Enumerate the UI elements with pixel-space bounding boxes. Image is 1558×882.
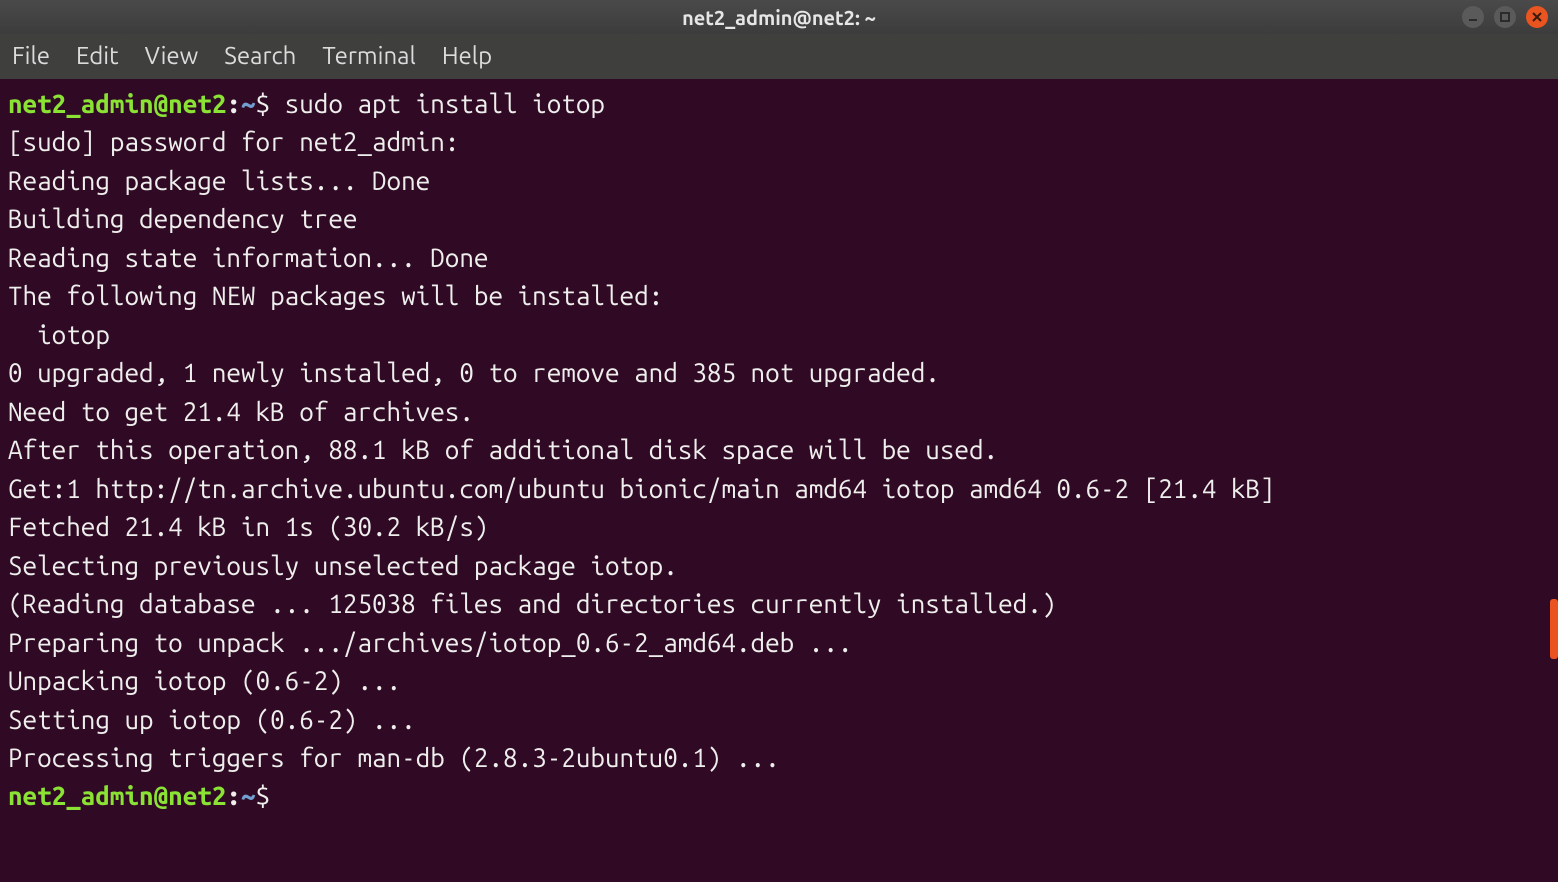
- prompt-sep: :: [226, 781, 241, 810]
- menu-view[interactable]: View: [145, 40, 213, 71]
- output-line: Selecting previously unselected package …: [8, 551, 678, 580]
- window-title: net2_admin@net2: ~: [0, 6, 1558, 29]
- prompt-userhost: net2_admin@net2: [8, 781, 226, 810]
- menu-file[interactable]: File: [12, 40, 64, 71]
- terminal-viewport[interactable]: net2_admin@net2:~$ sudo apt install ioto…: [0, 79, 1558, 882]
- prompt-symbol: $: [256, 89, 271, 118]
- output-line: Fetched 21.4 kB in 1s (30.2 kB/s): [8, 512, 488, 541]
- terminal-window: net2_admin@net2: ~ File Edit View Search…: [0, 0, 1558, 882]
- prompt-path: ~: [241, 781, 256, 810]
- output-line: Reading package lists... Done: [8, 166, 430, 195]
- output-line: Need to get 21.4 kB of archives.: [8, 397, 474, 426]
- command-text: sudo apt install iotop: [285, 89, 605, 118]
- menu-help[interactable]: Help: [442, 40, 506, 71]
- output-line: Building dependency tree: [8, 204, 357, 233]
- prompt-symbol: $: [256, 781, 271, 810]
- output-line: Processing triggers for man-db (2.8.3-2u…: [8, 743, 780, 772]
- scrollbar-thumb[interactable]: [1550, 599, 1558, 659]
- output-line: (Reading database ... 125038 files and d…: [8, 589, 1056, 618]
- output-line: After this operation, 88.1 kB of additio…: [8, 435, 998, 464]
- prompt-userhost: net2_admin@net2: [8, 89, 226, 118]
- menu-search[interactable]: Search: [224, 40, 310, 71]
- maximize-button[interactable]: [1494, 6, 1516, 28]
- prompt-sep: :: [226, 89, 241, 118]
- close-button[interactable]: [1526, 6, 1548, 28]
- maximize-icon: [1499, 11, 1511, 23]
- output-line: The following NEW packages will be insta…: [8, 281, 663, 310]
- output-line: [sudo] password for net2_admin:: [8, 127, 459, 156]
- output-line: 0 upgraded, 1 newly installed, 0 to remo…: [8, 358, 940, 387]
- close-icon: [1531, 11, 1543, 23]
- output-line: Preparing to unpack .../archives/iotop_0…: [8, 628, 852, 657]
- minimize-button[interactable]: [1462, 6, 1484, 28]
- titlebar[interactable]: net2_admin@net2: ~: [0, 0, 1558, 34]
- prompt-path: ~: [241, 89, 256, 118]
- output-line: Unpacking iotop (0.6-2) ...: [8, 666, 401, 695]
- menu-edit[interactable]: Edit: [76, 40, 133, 71]
- output-line: Get:1 http://tn.archive.ubuntu.com/ubunt…: [8, 474, 1275, 503]
- menu-terminal[interactable]: Terminal: [322, 40, 429, 71]
- output-line: Reading state information... Done: [8, 243, 488, 272]
- output-line: Setting up iotop (0.6-2) ...: [8, 705, 416, 734]
- minimize-icon: [1467, 11, 1479, 23]
- window-controls: [1462, 6, 1548, 28]
- output-line: iotop: [8, 320, 110, 349]
- menubar: File Edit View Search Terminal Help: [0, 34, 1558, 79]
